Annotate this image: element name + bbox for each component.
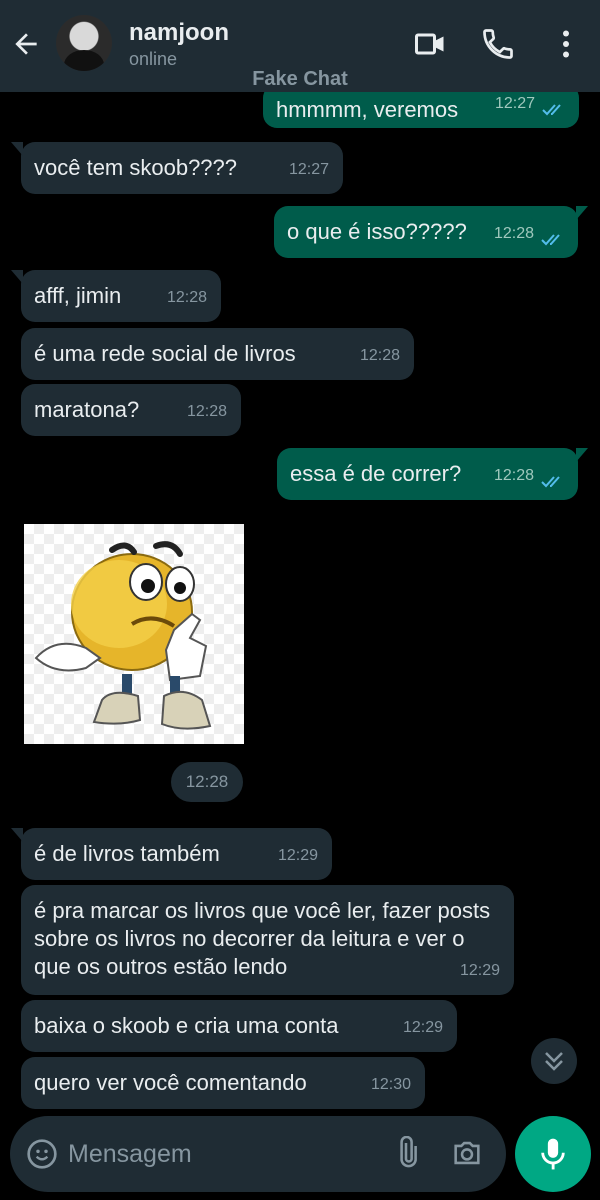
avatar[interactable] bbox=[56, 15, 112, 71]
message-bubble-incoming[interactable]: baixa o skoob e cria uma conta 12:29 bbox=[21, 1000, 457, 1052]
message-list[interactable]: hmmmm, veremos 12:27 você tem skoob???? … bbox=[0, 92, 600, 1110]
more-vert-icon[interactable] bbox=[548, 26, 584, 62]
back-arrow-icon[interactable] bbox=[10, 28, 42, 60]
message-text: baixa o skoob e cria uma conta bbox=[34, 1013, 339, 1038]
message-time: 12:28 bbox=[186, 403, 227, 420]
mic-icon bbox=[541, 1138, 565, 1170]
message-text: hmmmm, veremos bbox=[276, 97, 459, 122]
message-bubble-incoming[interactable]: é pra marcar os livros que você ler, faz… bbox=[21, 885, 514, 995]
message-text: é de livros também bbox=[34, 841, 220, 866]
message-input[interactable]: Mensagem bbox=[68, 1140, 192, 1169]
read-ticks-icon bbox=[542, 104, 561, 116]
message-time: 12:27 bbox=[288, 161, 329, 178]
message-time: 12:29 bbox=[277, 847, 318, 864]
confused-emoji-sticker bbox=[34, 541, 212, 730]
message-time: 12:27 bbox=[494, 95, 535, 112]
watermark: Fake Chat bbox=[252, 68, 348, 90]
message-time: 12:28 bbox=[493, 467, 534, 484]
sticker-time: 12:28 bbox=[171, 762, 243, 802]
message-bubble-outgoing[interactable]: essa é de correr? 12:28 bbox=[277, 448, 588, 500]
contact-name[interactable]: namjoon bbox=[129, 19, 229, 47]
read-ticks-icon bbox=[541, 234, 560, 246]
message-time: 12:29 bbox=[402, 1019, 443, 1036]
message-bubble-incoming[interactable]: maratona? 12:28 bbox=[21, 384, 241, 436]
mic-button[interactable] bbox=[515, 1116, 591, 1192]
message-text: o que é isso????? bbox=[287, 219, 467, 244]
contact-status: online bbox=[129, 49, 178, 69]
message-text: essa é de correr? bbox=[290, 461, 462, 486]
double-chevron-down-icon bbox=[545, 1052, 563, 1071]
scroll-to-bottom-button[interactable] bbox=[531, 1038, 577, 1084]
sticker-image[interactable] bbox=[24, 524, 244, 744]
message-bubble-outgoing[interactable]: hmmmm, veremos 12:27 bbox=[263, 92, 579, 128]
read-ticks-icon bbox=[541, 476, 560, 488]
message-text: afff, jimin bbox=[34, 283, 122, 308]
message-bubble-outgoing[interactable]: o que é isso????? 12:28 bbox=[274, 206, 588, 258]
message-text: maratona? bbox=[34, 397, 140, 422]
message-time: 12:28 bbox=[493, 225, 534, 242]
message-text: você tem skoob???? bbox=[34, 155, 238, 180]
message-time: 12:28 bbox=[359, 347, 400, 364]
message-text: quero ver você comentando bbox=[34, 1070, 307, 1095]
message-composer[interactable]: Mensagem bbox=[10, 1116, 506, 1192]
message-text: é uma rede social de livros bbox=[34, 341, 296, 366]
message-time: 12:28 bbox=[166, 289, 207, 306]
message-time: 12:29 bbox=[459, 962, 500, 979]
message-bubble-incoming[interactable]: você tem skoob???? 12:27 bbox=[11, 142, 343, 194]
emoji-icon[interactable] bbox=[26, 1138, 58, 1170]
phone-icon[interactable] bbox=[480, 26, 516, 62]
message-bubble-incoming[interactable]: é uma rede social de livros 12:28 bbox=[21, 328, 414, 380]
message-bubble-incoming[interactable]: é de livros também 12:29 bbox=[11, 828, 332, 880]
video-call-icon[interactable] bbox=[412, 26, 448, 62]
message-time: 12:30 bbox=[370, 1076, 411, 1093]
message-text: é pra marcar os livros que você ler, faz… bbox=[34, 898, 491, 979]
message-bubble-incoming[interactable]: quero ver você comentando 12:30 bbox=[21, 1057, 425, 1109]
attach-icon[interactable] bbox=[390, 1136, 424, 1170]
message-bubble-incoming[interactable]: afff, jimin 12:28 bbox=[11, 270, 221, 322]
camera-icon[interactable] bbox=[450, 1136, 484, 1170]
